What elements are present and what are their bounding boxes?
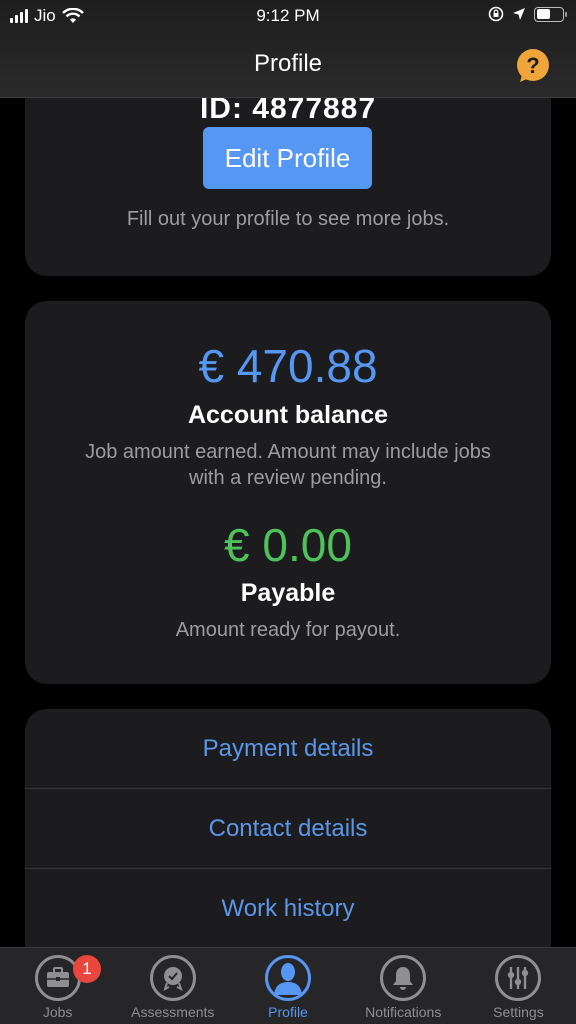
tab-label: Settings [493, 1004, 544, 1020]
person-icon [274, 963, 302, 995]
tab-label: Profile [268, 1004, 308, 1020]
svg-text:?: ? [526, 53, 539, 78]
page-title: Profile [253, 50, 323, 77]
balance-card: € 470.88 Account balance Job amount earn… [25, 301, 551, 684]
tab-assessments[interactable]: Assessments [115, 948, 230, 1024]
profile-hint: Fill out your profile to see more jobs. [126, 208, 450, 230]
tab-label: Notifications [365, 1004, 442, 1020]
help-bubble-icon[interactable]: ? [515, 48, 551, 84]
briefcase-icon [46, 967, 69, 987]
work-history-link[interactable]: Work history [25, 869, 551, 949]
tab-label: Assessments [131, 1004, 215, 1020]
payable-description: Amount ready for payout. [175, 619, 401, 641]
edit-profile-button[interactable]: Edit Profile [203, 127, 372, 189]
tab-notifications[interactable]: Notifications [346, 948, 461, 1024]
tab-profile[interactable]: Profile [230, 948, 345, 1024]
account-balance-amount: € 470.88 [198, 340, 378, 392]
tab-label: Jobs [42, 1004, 73, 1020]
battery-icon [534, 6, 567, 22]
award-badge-icon [163, 967, 183, 991]
tab-settings[interactable]: Settings [461, 948, 576, 1024]
payable-label: Payable [240, 579, 336, 607]
status-bar: Jio 9:12 PM [0, 0, 576, 34]
location-arrow-icon [513, 8, 525, 20]
account-balance-description: Job amount earned. Amount may include jo… [85, 441, 491, 489]
jobs-badge: 1 [73, 955, 101, 983]
links-card: Payment details Contact details Work his… [25, 709, 551, 969]
payable-amount: € 0.00 [224, 519, 352, 571]
nav-header: Jio 9:12 PM Profile ? [0, 0, 576, 98]
tab-bar: 1 Jobs Assessments Profile Notifications… [0, 947, 576, 1024]
account-balance-label: Account balance [187, 401, 389, 429]
sliders-icon [508, 967, 529, 989]
contact-details-link[interactable]: Contact details [25, 789, 551, 869]
tab-jobs[interactable]: 1 Jobs [0, 948, 115, 1024]
bell-icon [393, 967, 414, 990]
rotation-lock-icon [488, 6, 504, 22]
scroll-content[interactable]: ID: 4877887 Edit Profile Fill out your p… [0, 0, 576, 1024]
payment-details-link[interactable]: Payment details [25, 709, 551, 789]
